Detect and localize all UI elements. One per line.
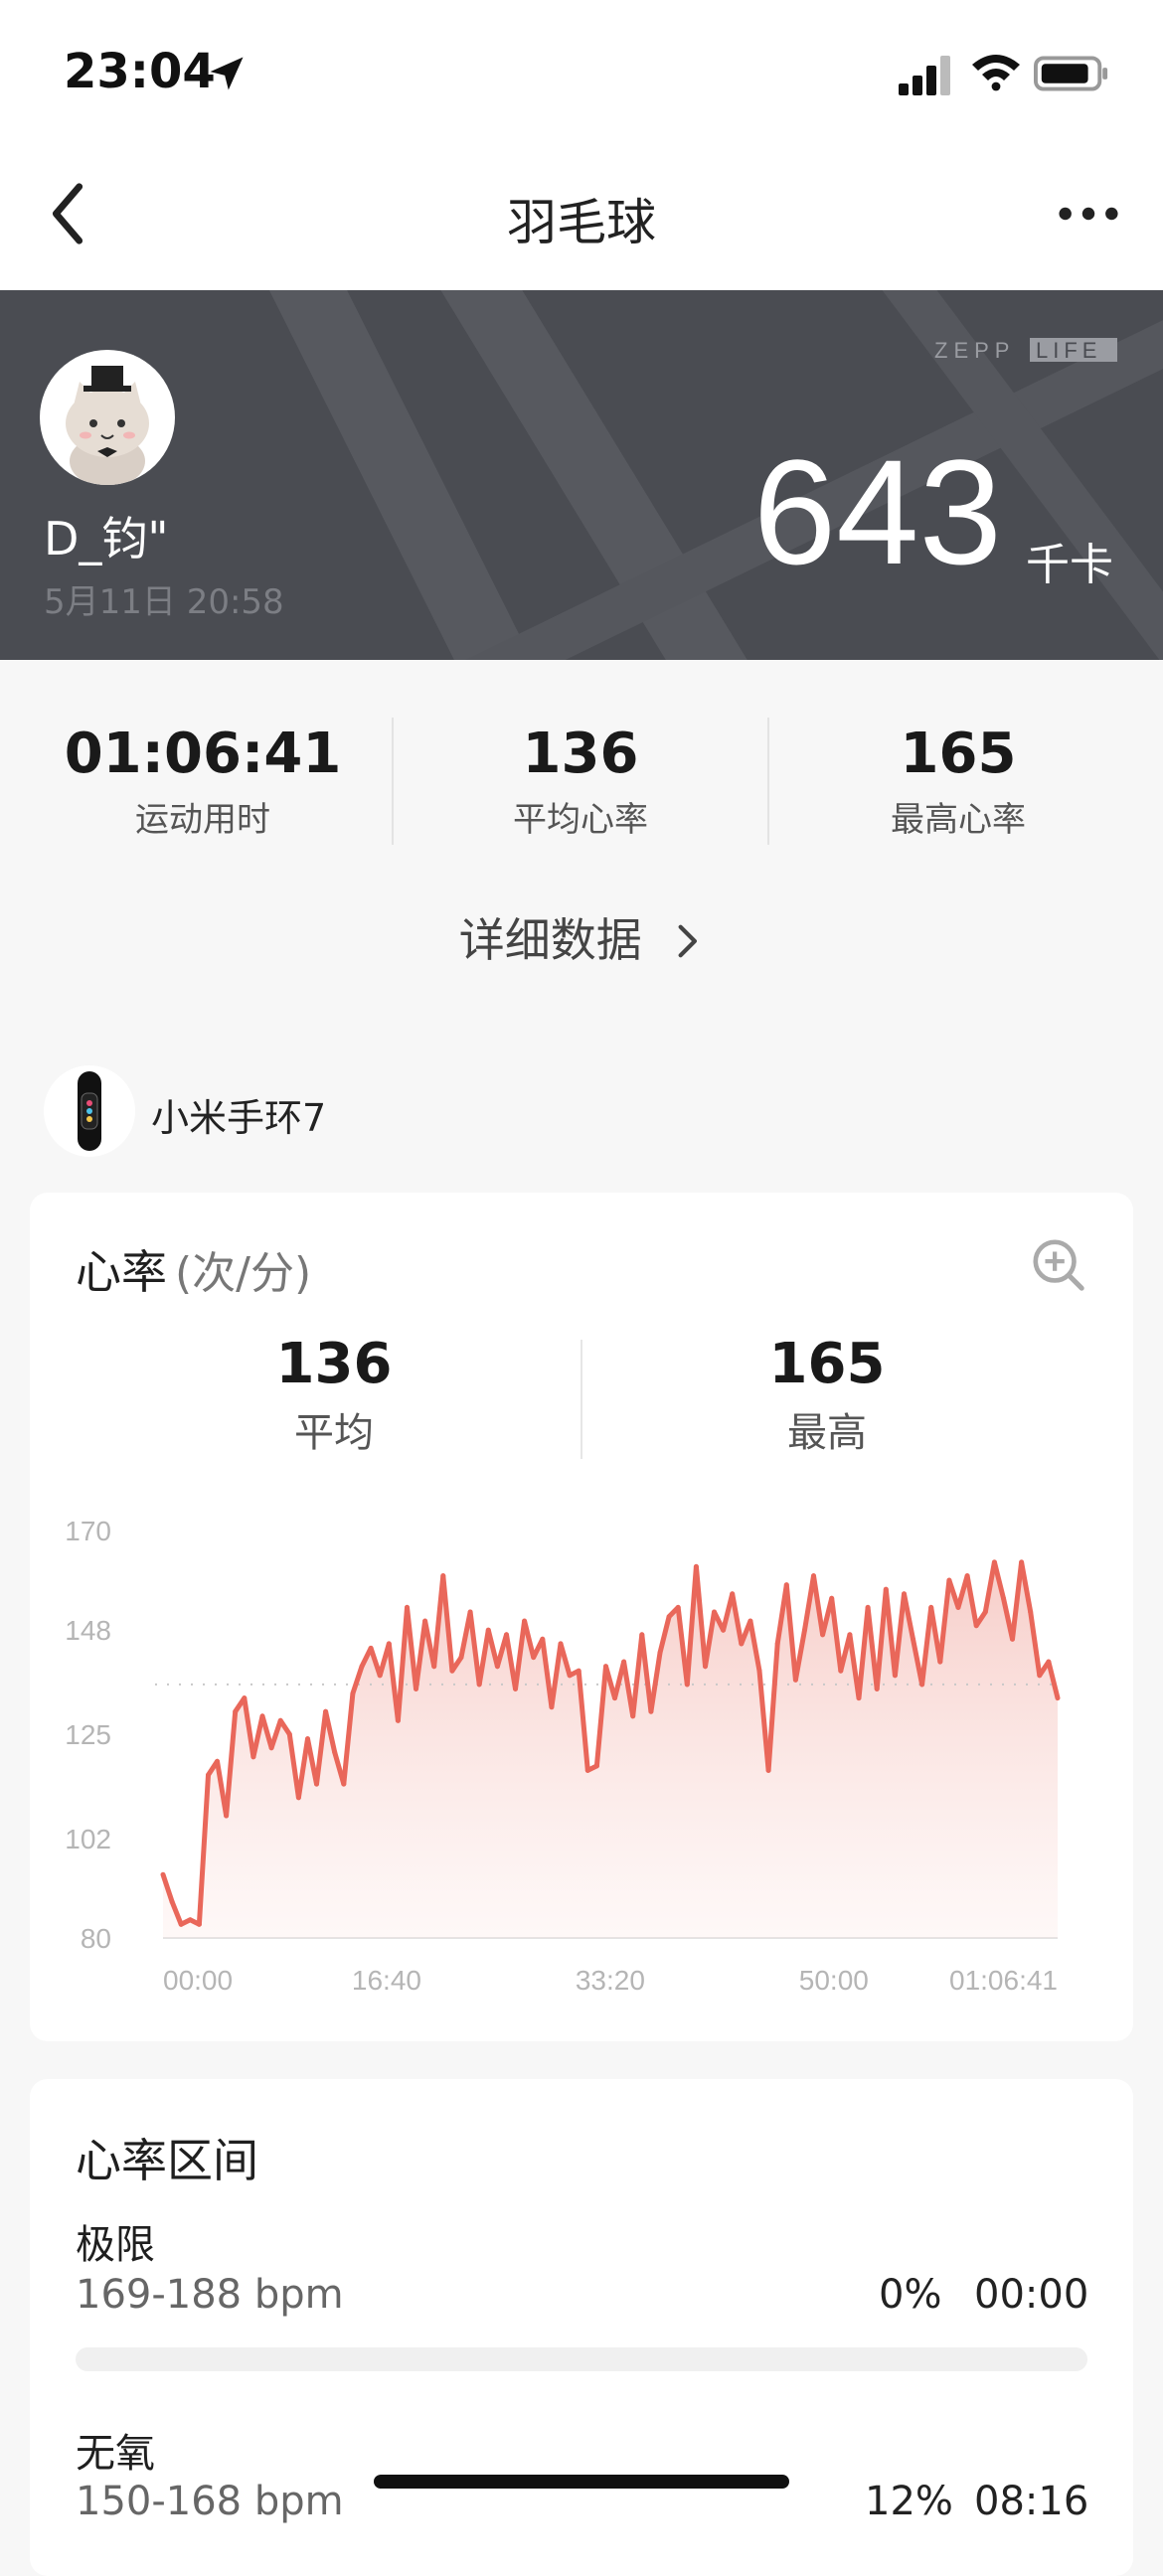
- zone-duration: 08:16: [974, 2479, 1089, 2524]
- y-tick-label: 148: [65, 1615, 111, 1646]
- home-indicator: [374, 2475, 789, 2489]
- zone-duration: 00:00: [974, 2272, 1089, 2318]
- hr-max-label: 最高: [787, 1410, 867, 1456]
- y-tick-label: 170: [65, 1516, 111, 1546]
- stat-duration: 01:06:41 运动用时: [14, 722, 392, 841]
- y-tick-label: 125: [65, 1719, 111, 1750]
- hr-max-value: 165: [768, 1332, 886, 1396]
- svg-text:ZEPP: ZEPP: [934, 338, 1015, 363]
- duration-label: 运动用时: [135, 800, 270, 840]
- heart-rate-chart: 170 148 125 102 80 00:00 16:40 33:20 50:00 01:06…: [65, 1516, 1061, 1996]
- hr-avg-value: 136: [275, 1332, 393, 1396]
- hr-avg-stat: 136 平均: [125, 1332, 543, 1458]
- zone-range: 150-168 bpm: [76, 2479, 344, 2524]
- hr-max-stat: 165 最高: [618, 1332, 1036, 1458]
- device-name: 小米手环7: [151, 1096, 327, 1140]
- max-hr-value: 165: [900, 722, 1017, 786]
- avg-hr-value: 136: [522, 722, 639, 786]
- workout-date: 5月11日 20:58: [44, 582, 284, 622]
- max-hr-label: 最高心率: [891, 800, 1026, 840]
- calories-unit: 千卡: [1026, 540, 1113, 590]
- device-avatar: [44, 1065, 135, 1157]
- cellular-signal-icon: [899, 56, 950, 95]
- svg-text:LIFE: LIFE: [1036, 338, 1101, 363]
- x-tick-label: 33:20: [576, 1965, 645, 1996]
- zone-range: 169-188 bpm: [76, 2272, 344, 2318]
- zone-percent: 12%: [865, 2479, 953, 2524]
- heart-rate-title-text: 心率: [76, 1245, 167, 1299]
- chevron-right-icon: [678, 924, 698, 958]
- zone-name: 无氧: [76, 2431, 155, 2477]
- x-tick-label: 01:06:41: [949, 1965, 1058, 1996]
- detail-data-label: 详细数据: [458, 913, 642, 967]
- heart-rate-title: 心率 (次/分): [76, 1236, 311, 1302]
- zone-name: 极限: [76, 2222, 155, 2268]
- hr-avg-label: 平均: [294, 1410, 374, 1456]
- wifi-icon: [972, 55, 1020, 91]
- stat-avg-hr: 136 平均心率: [392, 722, 769, 841]
- zone-progress-bar: [76, 2347, 1087, 2371]
- page-title: 羽毛球: [507, 194, 656, 251]
- x-tick-label: 50:00: [799, 1965, 869, 1996]
- heart-rate-unit: (次/分): [175, 1248, 312, 1299]
- y-tick-label: 102: [65, 1824, 111, 1854]
- zones-title: 心率区间: [76, 2134, 258, 2187]
- x-tick-label: 00:00: [163, 1965, 233, 1996]
- heart-rate-area: [163, 1561, 1058, 1938]
- battery-icon: [1034, 56, 1108, 91]
- zepp-life-logo: ZEPP LIFE: [934, 338, 1117, 363]
- user-name: D_钧": [44, 512, 169, 565]
- stat-max-hr: 165 最高心率: [769, 722, 1147, 841]
- status-time: 23:04: [64, 44, 216, 99]
- calories-value: 643: [752, 428, 1002, 595]
- cat-avatar-icon: [66, 366, 149, 485]
- zone-percent: 0%: [879, 2272, 942, 2318]
- more-options-button[interactable]: [1054, 189, 1123, 239]
- y-tick-label: 80: [81, 1923, 111, 1954]
- location-arrow-icon: [210, 57, 244, 90]
- user-avatar[interactable]: [40, 350, 175, 485]
- duration-value: 01:06:41: [64, 722, 342, 786]
- hr-stat-divider: [581, 1340, 582, 1459]
- x-tick-label: 16:40: [352, 1965, 421, 1996]
- zoom-in-button[interactable]: [1030, 1236, 1087, 1294]
- avg-hr-label: 平均心率: [513, 800, 648, 840]
- smart-band-icon: [78, 1071, 101, 1151]
- detail-data-link[interactable]: 详细数据: [0, 904, 1163, 970]
